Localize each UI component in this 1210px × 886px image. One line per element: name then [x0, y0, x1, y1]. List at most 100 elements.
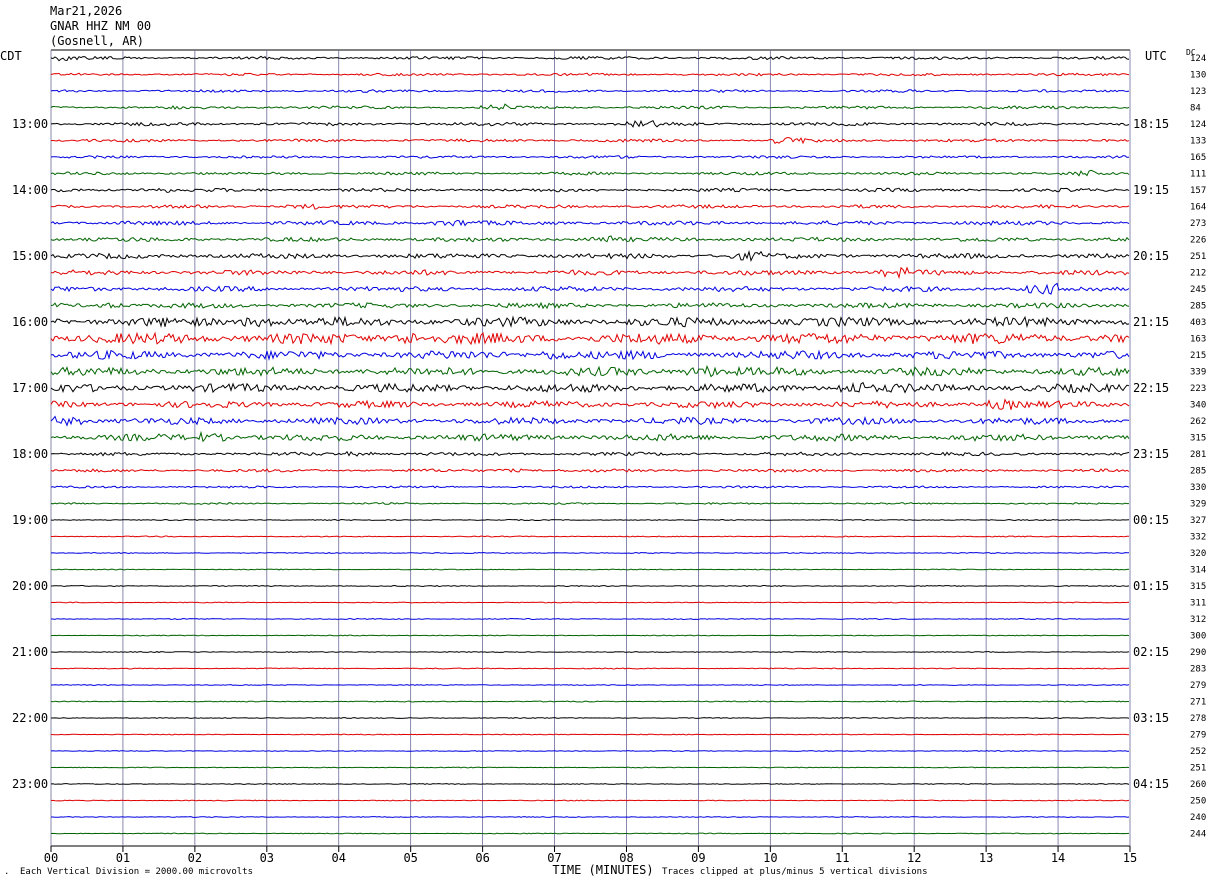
left-hour-label: 19:00	[12, 513, 48, 527]
dc-offset-label: 290	[1190, 648, 1206, 658]
trace-line	[50, 651, 1130, 653]
trace-line	[51, 535, 1129, 538]
left-hour-label: 23:00	[12, 777, 48, 791]
dc-offset-label: 133	[1190, 137, 1206, 147]
trace-line	[50, 551, 1130, 555]
dc-offset-label: 283	[1190, 665, 1206, 675]
x-tick-label: 09	[691, 851, 705, 865]
dc-offset-label: 279	[1190, 731, 1206, 741]
x-tick-label: 00	[44, 851, 58, 865]
corner-mark: .	[4, 867, 10, 877]
dc-offset-label: 278	[1190, 714, 1206, 724]
trace-line	[51, 684, 1130, 686]
trace-line	[50, 584, 1130, 588]
dc-offset-label: 314	[1190, 566, 1206, 576]
dc-offset-label: 251	[1190, 764, 1206, 774]
left-hour-label: 18:00	[12, 447, 48, 461]
dc-offset-label: 315	[1190, 582, 1206, 592]
trace-line	[50, 783, 1130, 785]
dc-offset-label: 260	[1190, 780, 1206, 790]
trace-line	[50, 155, 1130, 160]
grid-lines	[50, 49, 1131, 852]
trace-line	[50, 169, 1130, 177]
dc-offset-label: 262	[1190, 417, 1206, 427]
right-hour-label: 03:15	[1133, 711, 1169, 725]
right-hour-label: 02:15	[1133, 645, 1169, 659]
dc-offset-label: 84	[1190, 104, 1201, 114]
trace-line	[50, 315, 1130, 329]
right-hour-label: 01:15	[1133, 579, 1169, 593]
dc-offset-label: 271	[1190, 698, 1206, 708]
trace-line	[50, 301, 1130, 310]
x-tick-label: 04	[332, 851, 346, 865]
trace-line	[51, 667, 1130, 670]
dc-offset-label: 339	[1190, 368, 1206, 378]
dc-offset-label: 327	[1190, 516, 1206, 526]
trace-line	[50, 72, 1130, 77]
trace-line	[50, 733, 1130, 736]
dc-offset-label: 223	[1190, 384, 1206, 394]
dc-offset-label: 226	[1190, 236, 1206, 246]
dc-offset-label: 130	[1190, 71, 1206, 81]
trace-line	[50, 119, 1130, 128]
right-hour-label: 20:15	[1133, 249, 1169, 263]
trace-line	[50, 634, 1130, 637]
left-hour-label: 17:00	[12, 381, 48, 395]
trace-line	[50, 249, 1130, 263]
seismic-traces	[50, 55, 1130, 835]
dc-offset-label: 164	[1190, 203, 1206, 213]
dc-offset-label: 215	[1190, 351, 1206, 361]
x-tick-label: 05	[403, 851, 417, 865]
dc-offset-label: 330	[1190, 483, 1206, 493]
dc-offset-label: 124	[1190, 120, 1206, 130]
trace-line	[50, 601, 1130, 604]
trace-line	[50, 349, 1130, 361]
trace-line	[50, 398, 1130, 410]
trace-line	[50, 799, 1130, 802]
dc-offset-label: 300	[1190, 632, 1206, 642]
x-tick-label: 15	[1123, 851, 1137, 865]
right-hour-label: 00:15	[1133, 513, 1169, 527]
x-tick-label: 10	[763, 851, 777, 865]
dc-offset-label: 212	[1190, 269, 1206, 279]
trace-line	[50, 700, 1129, 703]
trace-line	[50, 235, 1130, 243]
dc-offset-label: 311	[1190, 599, 1206, 609]
dc-offset-label: 312	[1190, 615, 1206, 625]
trace-line	[50, 568, 1130, 571]
trace-line	[50, 219, 1130, 227]
trace-line	[50, 502, 1129, 505]
dc-offset-label: 163	[1190, 335, 1206, 345]
dc-offset-label: 252	[1190, 747, 1206, 757]
x-tick-label: 06	[475, 851, 489, 865]
dc-offset-label: 123	[1190, 87, 1206, 97]
trace-line	[51, 816, 1130, 818]
dc-offset-label: 315	[1190, 434, 1206, 444]
dc-offset-label: 240	[1190, 813, 1206, 823]
dc-offset-label: 244	[1190, 830, 1206, 840]
x-tick-label: 01	[116, 851, 130, 865]
dc-offset-label: 157	[1190, 186, 1206, 196]
dc-offset-label: 285	[1190, 467, 1206, 477]
left-hour-label: 20:00	[12, 579, 48, 593]
dc-offset-label: 111	[1190, 170, 1206, 180]
x-tick-label: 12	[907, 851, 921, 865]
trace-line	[50, 468, 1130, 473]
dc-offset-label: 273	[1190, 219, 1206, 229]
trace-line	[50, 55, 1130, 62]
trace-line	[50, 203, 1130, 210]
x-tick-label: 11	[835, 851, 849, 865]
trace-line	[50, 282, 1130, 295]
left-hour-label: 22:00	[12, 711, 48, 725]
dc-offset-label: 403	[1190, 318, 1206, 328]
right-hour-label: 19:15	[1133, 183, 1169, 197]
dc-offset-label: 124	[1190, 54, 1206, 64]
right-hour-label: 23:15	[1133, 447, 1169, 461]
dc-offset-label: 251	[1190, 252, 1206, 262]
trace-line	[50, 750, 1129, 752]
trace-line	[50, 331, 1130, 346]
trace-line	[51, 766, 1130, 769]
trace-line	[50, 266, 1130, 280]
trace-line	[51, 717, 1130, 719]
clip-note: Traces clipped at plus/minus 5 vertical …	[662, 867, 928, 877]
